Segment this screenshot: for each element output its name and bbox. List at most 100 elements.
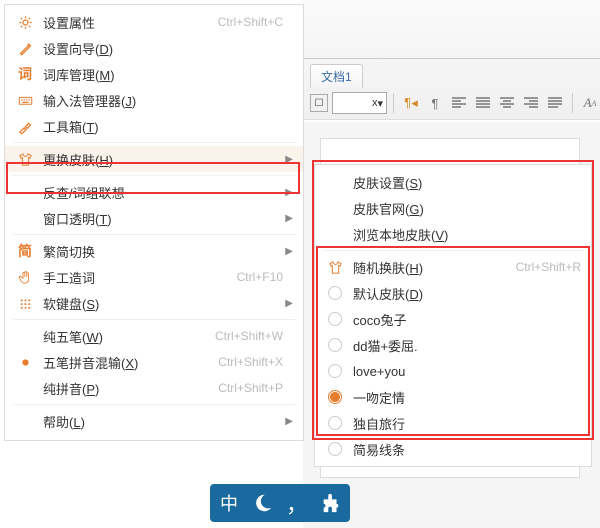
hand-icon	[15, 270, 35, 285]
skin-option[interactable]: 简易线条	[315, 436, 591, 462]
menu-item-label: 窗口透明(T)	[35, 209, 283, 228]
skin-option[interactable]: coco兔子	[315, 306, 591, 332]
submenu-arrow-icon: ▶	[283, 154, 293, 165]
skin-option[interactable]: 默认皮肤(D)	[315, 280, 591, 306]
menu-item-accel: Ctrl+Shift+C	[218, 15, 283, 29]
submenu-arrow-icon: ▶	[283, 298, 293, 309]
context-menu: 设置属性Ctrl+Shift+C设置向导(D)词词库管理(M)输入法管理器(J)…	[4, 4, 304, 441]
submenu-item-label: 皮肤设置(S)	[345, 173, 581, 192]
menu-item[interactable]: 工具箱(T)	[5, 113, 303, 139]
menu-item[interactable]: 词词库管理(M)	[5, 61, 303, 87]
submenu-item[interactable]: 皮肤设置(S)	[315, 169, 591, 195]
menu-item[interactable]: 输入法管理器(J)	[5, 87, 303, 113]
ime-lang-icon[interactable]: 中	[214, 488, 244, 518]
paragraph-icon[interactable]: ¶	[424, 92, 446, 114]
keyboard-icon	[15, 93, 35, 108]
menu-item-accel: Ctrl+Shift+W	[215, 329, 283, 343]
menu-item[interactable]: 帮助(L)▶	[5, 408, 303, 434]
menu-item-label: 软键盘(S)	[35, 294, 283, 313]
toolbar-sep	[393, 93, 394, 113]
menu-item-label: 词库管理(M)	[35, 65, 283, 84]
menu-item[interactable]: 纯五笔(W)Ctrl+Shift+W	[5, 323, 303, 349]
radio-icon	[325, 338, 345, 352]
menu-item[interactable]: 设置向导(D)	[5, 35, 303, 61]
skin-option[interactable]: dd猫+委屈.	[315, 332, 591, 358]
toolbar-sep-2	[572, 93, 573, 113]
submenu-item[interactable]: 浏览本地皮肤(V)	[315, 221, 591, 247]
menu-item[interactable]: 纯拼音(P)Ctrl+Shift+P	[5, 375, 303, 401]
menu-separator	[13, 404, 295, 405]
skin-option[interactable]: 随机换肤(H)Ctrl+Shift+R	[315, 254, 591, 280]
radio-icon	[325, 390, 345, 404]
ime-punct-icon[interactable]: ，	[282, 488, 312, 518]
document-tab[interactable]: 文档1	[310, 64, 363, 88]
dot-icon	[15, 355, 35, 370]
radio-icon	[325, 312, 345, 326]
align-just-icon[interactable]	[544, 92, 566, 114]
skin-option[interactable]: 独自旅行	[315, 410, 591, 436]
radio-icon	[325, 364, 345, 378]
jian-icon: 简	[15, 241, 35, 261]
align-right-icon[interactable]	[520, 92, 542, 114]
menu-separator	[13, 175, 295, 176]
skin-option-accel: Ctrl+Shift+R	[516, 260, 581, 274]
ime-moon-icon[interactable]	[248, 488, 278, 518]
menu-item[interactable]: 五笔拼音混输(X)Ctrl+Shift+X	[5, 349, 303, 375]
menu-item-label: 设置向导(D)	[35, 39, 283, 58]
menu-item[interactable]: 窗口透明(T)▶	[5, 205, 303, 231]
menu-item[interactable]: 设置属性Ctrl+Shift+C	[5, 9, 303, 35]
toolbar-box-icon[interactable]: ☐	[310, 94, 328, 112]
menu-separator	[323, 250, 583, 251]
shirt-icon	[325, 260, 345, 275]
menu-item-label: 手工造词	[35, 268, 237, 287]
menu-item-label: 输入法管理器(J)	[35, 91, 283, 110]
pilcrow-icon[interactable]: ¶◂	[400, 92, 422, 114]
skin-option-label: 简易线条	[345, 440, 581, 459]
tab-row: 文档1	[310, 64, 363, 88]
menu-item-accel: Ctrl+F10	[237, 270, 283, 284]
menu-item[interactable]: 软键盘(S)▶	[5, 290, 303, 316]
skin-option[interactable]: 一吻定情	[315, 384, 591, 410]
ime-toolbar[interactable]: 中 ，	[210, 484, 350, 522]
ime-puzzle-icon[interactable]	[316, 488, 346, 518]
toolbar-dropdown[interactable]: x▾	[332, 92, 387, 114]
skin-option-label: 一吻定情	[345, 388, 581, 407]
menu-item[interactable]: 简繁简切换▶	[5, 238, 303, 264]
skin-option-label: 默认皮肤(D)	[345, 284, 581, 303]
skin-option-label: 独自旅行	[345, 414, 581, 433]
radio-icon	[325, 286, 345, 300]
menu-item-label: 设置属性	[35, 13, 218, 32]
submenu-arrow-icon: ▶	[283, 213, 293, 224]
menu-separator	[13, 234, 295, 235]
menu-item[interactable]: 手工造词Ctrl+F10	[5, 264, 303, 290]
ci-icon: 词	[15, 64, 35, 84]
submenu-item[interactable]: 皮肤官网(G)	[315, 195, 591, 221]
menu-item-label: 五笔拼音混输(X)	[35, 353, 218, 372]
menu-item-label: 工具箱(T)	[35, 117, 283, 136]
menu-item-accel: Ctrl+Shift+P	[218, 381, 283, 395]
menu-item[interactable]: 反查/词组联想▶	[5, 179, 303, 205]
toolbar: ☐ x▾ ¶◂ ¶ AA	[310, 92, 600, 114]
radio-icon	[325, 442, 345, 456]
skin-submenu: 皮肤设置(S) 皮肤官网(G) 浏览本地皮肤(V) 随机换肤(H)Ctrl+Shift…	[314, 164, 592, 467]
menu-separator	[13, 319, 295, 320]
shirt-icon	[15, 152, 35, 167]
submenu-arrow-icon: ▶	[283, 246, 293, 257]
menu-item-label: 繁简切换	[35, 242, 283, 261]
align-left-icon[interactable]	[448, 92, 470, 114]
skin-option-label: dd猫+委屈.	[345, 336, 581, 355]
wizard-icon	[15, 41, 35, 56]
align-center-icon[interactable]	[496, 92, 518, 114]
hammer-icon	[15, 119, 35, 134]
skin-option[interactable]: love+you	[315, 358, 591, 384]
radio-icon	[325, 416, 345, 430]
sun-icon	[15, 15, 35, 30]
menu-item-accel: Ctrl+Shift+X	[218, 355, 283, 369]
align-dist-icon[interactable]	[472, 92, 494, 114]
submenu-item-label: 浏览本地皮肤(V)	[345, 225, 581, 244]
menu-item[interactable]: 更换皮肤(H)▶	[5, 146, 303, 172]
menu-item-label: 纯五笔(W)	[35, 327, 215, 346]
submenu-item-label: 皮肤官网(G)	[345, 199, 581, 218]
font-icon[interactable]: AA	[579, 92, 600, 114]
dots-icon	[15, 296, 35, 311]
